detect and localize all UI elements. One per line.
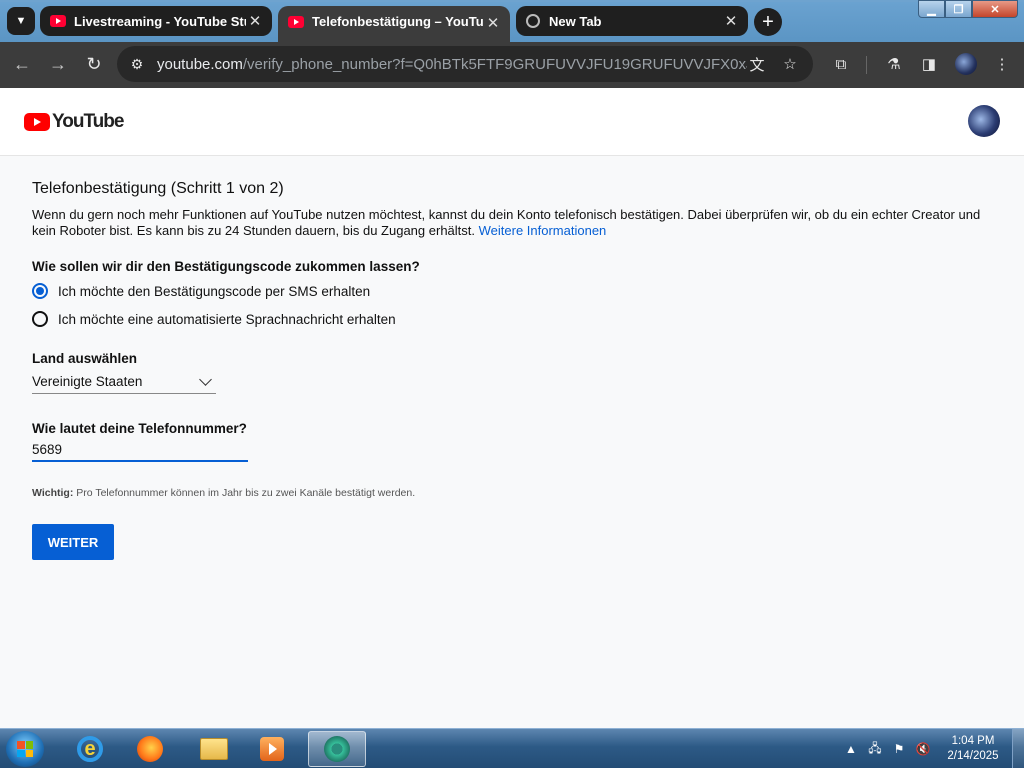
- browser-toolbar: ← → ↻ ⚙ youtube.com/verify_phone_number?…: [0, 42, 1024, 88]
- reload-button[interactable]: ↻: [80, 50, 108, 78]
- translate-icon[interactable]: ⽂: [747, 54, 767, 74]
- plus-icon: +: [762, 10, 774, 33]
- tab-phone-verification[interactable]: Telefonbestätigung – YouTube ✕: [278, 6, 510, 42]
- url-text[interactable]: youtube.com/verify_phone_number?f=Q0hBTk…: [157, 56, 747, 73]
- youtube-play-icon: [24, 113, 50, 131]
- media-player-icon: [260, 737, 284, 761]
- phone-number-input[interactable]: [32, 438, 248, 462]
- tab-strip: ▼ Livestreaming - YouTube Studio ✕ Telef…: [0, 0, 1024, 42]
- browser-chrome: ▼ Livestreaming - YouTube Studio ✕ Telef…: [0, 0, 1024, 88]
- note-bold: Wichtig:: [32, 487, 74, 499]
- start-button[interactable]: [6, 731, 44, 767]
- taskbar-explorer[interactable]: [188, 731, 240, 767]
- youtube-favicon-icon: [50, 15, 66, 27]
- back-button[interactable]: ←: [8, 50, 36, 78]
- tab-title: Livestreaming - YouTube Studio: [74, 13, 246, 29]
- url-host: youtube.com: [157, 55, 243, 73]
- delivery-question: Wie sollen wir dir den Bestätigungscode …: [32, 259, 420, 274]
- youtube-logo[interactable]: YouTube: [24, 111, 124, 133]
- web-page: YouTube Telefonbestätigung (Schritt 1 vo…: [0, 88, 1024, 728]
- chevron-down-icon: ▼: [15, 15, 27, 27]
- window-close-button[interactable]: ✕: [972, 0, 1018, 18]
- show-hidden-icons-icon[interactable]: ▲: [842, 740, 860, 758]
- windows-logo-icon: [17, 741, 33, 757]
- extensions-icon[interactable]: ⧉: [831, 54, 851, 74]
- tab-search-button[interactable]: ▼: [7, 7, 35, 35]
- maximize-button[interactable]: ❐: [945, 0, 972, 18]
- note-text: Pro Telefonnummer können im Jahr bis zu …: [76, 487, 416, 499]
- globe-icon: [526, 14, 540, 28]
- clock[interactable]: 1:04 PM 2/14/2025: [940, 734, 1006, 764]
- clock-date: 2/14/2025: [947, 750, 999, 762]
- option-voice-label: Ich möchte eine automatisierte Sprachnac…: [58, 311, 396, 327]
- taskbar-internet-explorer[interactable]: e: [64, 731, 116, 767]
- forward-button[interactable]: →: [44, 50, 72, 78]
- important-note: Wichtig: Pro Telefonnummer können im Jah…: [32, 487, 415, 499]
- network-icon[interactable]: 🖧: [866, 740, 884, 758]
- show-desktop-button[interactable]: [1012, 729, 1024, 768]
- logo-text: YouTube: [52, 111, 124, 132]
- firefox-icon: [137, 736, 163, 762]
- radio-sms[interactable]: [32, 283, 48, 299]
- arrow-right-icon: →: [49, 53, 67, 74]
- volume-muted-icon[interactable]: 🔇: [914, 740, 932, 758]
- tab-title: New Tab: [549, 13, 602, 29]
- profile-avatar[interactable]: [955, 53, 977, 75]
- account-avatar[interactable]: [968, 105, 1000, 137]
- folder-icon: [200, 738, 228, 760]
- radio-voice[interactable]: [32, 311, 48, 327]
- weiter-button[interactable]: WEITER: [32, 524, 114, 560]
- address-bar[interactable]: ⚙ youtube.com/verify_phone_number?f=Q0hB…: [117, 46, 813, 82]
- taskbar-media-player[interactable]: [246, 731, 298, 767]
- description: Wenn du gern noch mehr Funktionen auf Yo…: [32, 207, 982, 239]
- phone-label: Wie lautet deine Telefonnummer?: [32, 421, 247, 436]
- taskbar-firefox[interactable]: [124, 731, 176, 767]
- option-sms[interactable]: Ich möchte den Bestätigungscode per SMS …: [32, 283, 370, 299]
- learn-more-link[interactable]: Weitere Informationen: [479, 223, 607, 238]
- arrow-left-icon: ←: [13, 53, 31, 74]
- option-voice[interactable]: Ich möchte eine automatisierte Sprachnac…: [32, 311, 396, 327]
- menu-kebab-icon[interactable]: ⋮: [992, 54, 1012, 74]
- country-label: Land auswählen: [32, 351, 138, 366]
- browser-window: ▼ Livestreaming - YouTube Studio ✕ Telef…: [0, 0, 1024, 728]
- browser-app-icon: [324, 736, 350, 762]
- page-title: Telefonbestätigung (Schritt 1 von 2): [32, 180, 284, 197]
- option-sms-label: Ich möchte den Bestätigungscode per SMS …: [58, 283, 371, 299]
- close-icon[interactable]: ✕: [484, 14, 502, 32]
- internet-explorer-icon: e: [77, 736, 103, 762]
- system-tray: ▲ 🖧 ⚑ 🔇: [842, 729, 938, 768]
- labs-flask-icon[interactable]: ⚗: [884, 54, 904, 74]
- reload-icon: ↻: [86, 53, 102, 74]
- close-icon[interactable]: ✕: [722, 12, 740, 30]
- site-info-icon[interactable]: ⚙: [125, 52, 149, 76]
- windows-taskbar: e ▲ 🖧 ⚑ 🔇 1:04 PM 2/14/2025: [0, 728, 1024, 768]
- youtube-favicon-icon: [288, 16, 304, 28]
- minimize-button[interactable]: ▁: [918, 0, 945, 18]
- clock-time: 1:04 PM: [951, 735, 995, 747]
- taskbar-browser[interactable]: [308, 731, 366, 767]
- new-tab-button[interactable]: +: [754, 8, 782, 36]
- tab-livestreaming[interactable]: Livestreaming - YouTube Studio ✕: [40, 6, 272, 36]
- tab-title: Telefonbestätigung – YouTube: [312, 14, 484, 29]
- bookmark-star-icon[interactable]: ☆: [780, 54, 800, 74]
- country-value: Vereinigte Staaten: [32, 374, 143, 389]
- action-center-flag-icon[interactable]: ⚑: [890, 740, 908, 758]
- youtube-header: YouTube: [0, 88, 1024, 156]
- chevron-down-icon: [199, 372, 212, 386]
- close-icon[interactable]: ✕: [246, 12, 264, 30]
- url-path: /verify_phone_number?f=Q0hBTk5FTF9GRUFUV…: [242, 55, 747, 73]
- window-controls: ▁ ❐ ✕: [918, 0, 1018, 18]
- side-panel-icon[interactable]: ◨: [919, 54, 939, 74]
- country-select[interactable]: Vereinigte Staaten: [32, 370, 216, 394]
- tab-new-tab[interactable]: New Tab ✕: [516, 6, 748, 36]
